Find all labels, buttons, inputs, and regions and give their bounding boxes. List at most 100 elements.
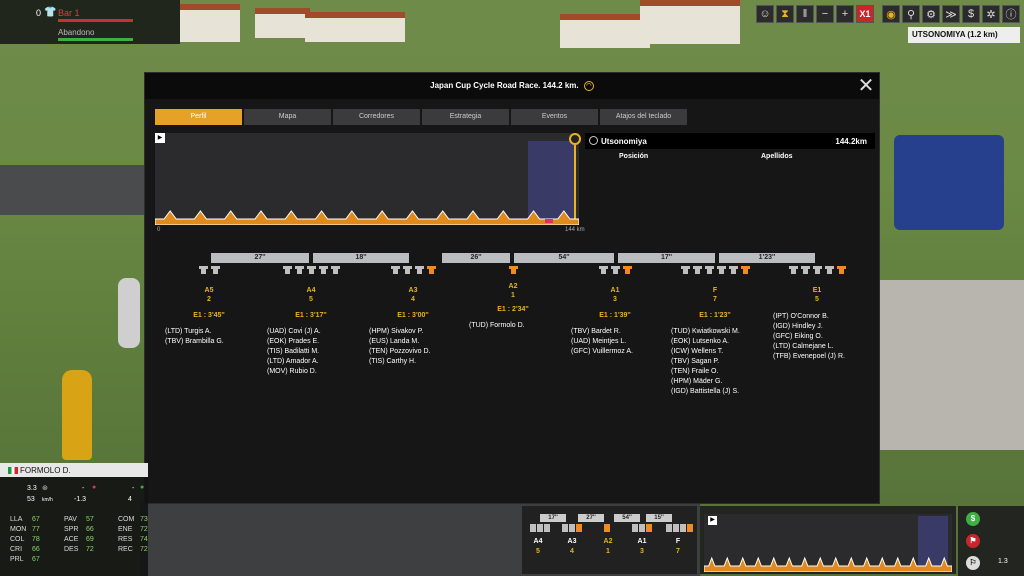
jersey-icon[interactable] [800,265,810,274]
finish-flag-icon[interactable]: ⚐ [966,556,980,570]
jersey-icon[interactable] [282,265,292,274]
rider-name[interactable]: (LTD) Calmejane L. [773,342,867,352]
jersey-icon[interactable] [728,265,738,274]
rider-group[interactable]: A3 4 E1 : 3'00'' (HPM) Sivakov P. (EUS) Land… [363,263,463,367]
jersey-icon[interactable] [598,265,608,274]
person-icon[interactable]: ☺ [756,5,774,23]
wheel-icon[interactable]: ⚙ [922,5,940,23]
rider-name[interactable]: (IGD) Hindley J. [773,322,867,332]
rider-name[interactable]: (HPM) Sivakov P. [369,327,463,337]
rider-name[interactable]: (EUS) Landa M. [369,337,463,347]
stat-value: 74 [140,536,148,543]
rider-group[interactable]: A4 5 E1 : 3'17'' (UAD) Covi (J) A. (EOK) Pra… [261,263,361,377]
jersey-icon[interactable] [836,265,846,274]
tab-eventos[interactable]: Eventos [511,109,598,125]
hourglass-icon[interactable]: ⧗ [776,5,794,23]
rider-card[interactable]: FORMOLO D. 3.3 ⊛ - ● - ● 53 km/h -1.3 4 … [0,463,148,576]
jersey-icon[interactable] [508,265,518,274]
jersey-icon[interactable] [402,265,412,274]
rider-name[interactable]: (TUD) Kwiatkowski M. [671,327,765,337]
rider-name[interactable]: (TEN) Fraile O. [671,367,765,377]
pause-icon[interactable]: ‖ [796,5,814,23]
tab-mapa[interactable]: Mapa [244,109,331,125]
jersey-icon[interactable] [294,265,304,274]
rider-name[interactable]: (TUD) Formolo D. [469,321,563,331]
rider-name[interactable]: (EOK) Prades E. [267,337,361,347]
stat-key: REC [118,546,133,553]
minus-icon[interactable]: − [816,5,834,23]
rider-name[interactable]: (HPM) Mäder G. [671,377,765,387]
eye-icon[interactable]: ◉ [882,5,900,23]
tab-perfil[interactable]: Perfil [155,109,242,125]
rider-name[interactable]: (TBV) Brambilla G. [165,337,259,347]
mini-gap-label: 27'' [578,514,604,522]
group-time: E1 : 1'23'' [699,312,731,319]
rider-group[interactable]: F 7 E1 : 1'23'' (TUD) Kwiatkowski M. (EOK) L… [665,263,765,397]
jersey-icon[interactable] [426,265,436,274]
jersey-icon[interactable] [318,265,328,274]
mini-groups-view[interactable]: 17'' 27'' 54'' 15'' A4 5 A3 4 A2 1 A1 3 F7 [522,506,697,574]
rider-group[interactable]: E1 5 (IPT) O'Connor B. (IGD) Hindley J. (GFC… [767,263,867,362]
jersey-icon[interactable] [824,265,834,274]
jersey-icon[interactable] [692,265,702,274]
jersey-icon[interactable] [788,265,798,274]
rider-group[interactable]: A1 3 E1 : 1'39'' (TBV) Bardet R. (UAD) Meint… [565,263,665,357]
team-car-icon[interactable]: ⚑ [966,534,980,548]
rider-name[interactable]: (EOK) Lutsenko A. [671,337,765,347]
jersey-icon[interactable] [414,265,424,274]
rider-name[interactable]: (UAD) Covi (J) A. [267,327,361,337]
rider-name[interactable]: (TBV) Bardet R. [571,327,665,337]
rider-name[interactable]: (TFB) Evenepoel (J) R. [773,352,867,362]
rider-group[interactable]: A5 2 E1 : 3'45'' (LTD) Turgis A. (TBV) Bramb… [159,263,259,347]
jersey-icon[interactable] [330,265,340,274]
settings-icon[interactable]: ✲ [982,5,1000,23]
jersey-icon[interactable] [622,265,632,274]
mini-shirts [604,524,610,534]
dollar-icon[interactable]: $ [962,5,980,23]
plus-icon[interactable]: + [836,5,854,23]
jersey-icon[interactable] [198,265,208,274]
rider-name[interactable]: (UAD) Meintjes L. [571,337,665,347]
rider-name[interactable]: (TEN) Pozzovivo D. [369,347,463,357]
info-icon[interactable]: ⓘ [1002,5,1020,23]
group-time: E1 : 3'45'' [193,312,225,319]
tab-estrategia[interactable]: Estrategia [422,109,509,125]
jersey-icon[interactable] [704,265,714,274]
dollar-icon[interactable]: $ [966,512,980,526]
rider-name[interactable]: (MOV) Rubio D. [267,367,361,377]
rider-name[interactable]: (LTD) Turgis A. [165,327,259,337]
rider-name[interactable]: (TBV) Sagan P. [671,357,765,367]
rider-name[interactable]: (GFC) Vuillermoz A. [571,347,665,357]
tab-atajos[interactable]: Atajos del teclado [600,109,687,125]
play-icon[interactable]: ▶ [155,133,165,143]
jersey-icon[interactable] [306,265,316,274]
rider-name[interactable]: (ICW) Wellens T. [671,347,765,357]
jersey-icon[interactable] [740,265,750,274]
jersey-icon[interactable] [610,265,620,274]
rider-name[interactable]: (IGD) Battistella (J) S. [671,387,765,397]
rider-name[interactable]: (TIS) Badilatti M. [267,347,361,357]
house-image [255,8,310,38]
group-time: E1 : 3'17'' [295,312,327,319]
group-jerseys [363,265,463,279]
abandon-label[interactable]: Abandono [58,28,94,37]
rider-group[interactable]: A2 1 E1 : 2'34'' (TUD) Formolo D. [463,263,563,331]
jersey-icon[interactable] [812,265,822,274]
race-title: Japan Cup Cycle Road Race. 144.2 km. [430,81,579,90]
stage-profile[interactable]: ▶ [155,133,581,225]
close-button[interactable]: ✕ [857,76,875,96]
bike-icon[interactable]: ⚲ [902,5,920,23]
rider-name[interactable]: (GFC) Eiking O. [773,332,867,342]
jersey-icon[interactable] [390,265,400,274]
rider-name[interactable]: (TIS) Carthy H. [369,357,463,367]
jersey-icon[interactable] [680,265,690,274]
jersey-icon[interactable] [210,265,220,274]
jersey-icon[interactable] [716,265,726,274]
sprint-icon[interactable]: ≫ [942,5,960,23]
rider-name[interactable]: (LTD) Amador A. [267,357,361,367]
speed-button[interactable]: X1 [856,5,874,23]
tab-corredores[interactable]: Corredores [333,109,420,125]
rider-name[interactable]: (IPT) O'Connor B. [773,312,867,322]
play-icon[interactable]: ▶ [708,516,717,525]
mini-profile[interactable]: ▶ [700,506,956,574]
